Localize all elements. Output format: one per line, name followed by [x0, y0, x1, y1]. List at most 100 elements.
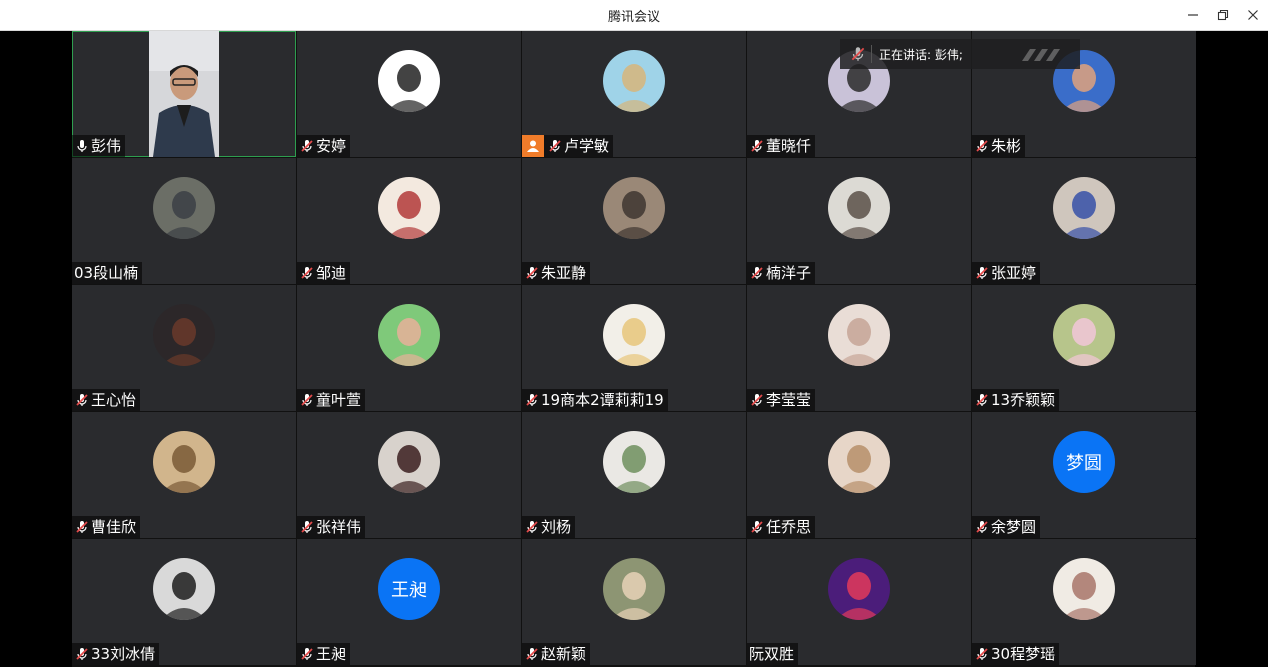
participant-name-bar: 童叶萱: [297, 389, 366, 411]
participant-name: 卢学敏: [564, 137, 610, 155]
participant-name-bar: 董晓仟: [747, 135, 816, 157]
participant-avatar: [828, 304, 890, 366]
participant-name-bar: 朱亚静: [522, 262, 591, 284]
participant-grid: 彭伟 安婷 卢学敏 董晓仟 朱彬 03段山楠 邹迪 朱亚静 楠洋子 张亚婷王心怡 童叶萱 19商本2谭…: [72, 31, 1196, 667]
participant-avatar: 梦圆: [1053, 431, 1115, 493]
participant-tile[interactable]: 卢学敏: [522, 31, 746, 157]
participant-avatar: [378, 177, 440, 239]
participant-video: [149, 31, 219, 157]
participant-name: 任乔思: [766, 518, 812, 536]
participant-name: 王昶: [316, 645, 347, 663]
participant-avatar: [828, 177, 890, 239]
participant-name-bar: 张亚婷: [972, 262, 1041, 284]
participant-name: 张亚婷: [991, 264, 1037, 282]
participant-name: 彭伟: [91, 137, 122, 155]
mic-muted-icon: [526, 521, 538, 533]
mic-muted-icon: [751, 521, 763, 533]
participant-avatar: [378, 431, 440, 493]
participant-tile[interactable]: 赵新颖: [522, 539, 746, 665]
participant-name-bar: 朱彬: [972, 135, 1026, 157]
participant-avatar: [1053, 304, 1115, 366]
participant-tile[interactable]: 刘杨: [522, 412, 746, 538]
participant-avatar: 王昶: [378, 558, 440, 620]
participant-name: 朱彬: [991, 137, 1022, 155]
minimize-icon: [1188, 14, 1198, 16]
tencent-meeting-logo-icon: [1022, 49, 1060, 61]
participant-tile[interactable]: 33刘冰倩: [72, 539, 296, 665]
participant-avatar: [378, 50, 440, 112]
participant-avatar: [828, 558, 890, 620]
mic-muted-icon: [76, 648, 88, 660]
participant-name: 阮双胜: [749, 645, 795, 663]
participant-tile[interactable]: 任乔思: [747, 412, 971, 538]
participant-name-bar: 彭伟: [72, 135, 126, 157]
participant-tile[interactable]: 19商本2谭莉莉19: [522, 285, 746, 411]
mic-muted-icon: [751, 140, 763, 152]
participant-name-bar: 任乔思: [747, 516, 816, 538]
close-icon: [1248, 10, 1258, 20]
mic-muted-icon: [976, 394, 988, 406]
mic-muted-icon: [526, 648, 538, 660]
participant-avatar: [153, 431, 215, 493]
mic-muted-icon: [301, 521, 313, 533]
participant-tile[interactable]: 邹迪: [297, 158, 521, 284]
participant-avatar: [603, 431, 665, 493]
mic-muted-icon: [976, 140, 988, 152]
participant-name: 33刘冰倩: [91, 645, 156, 663]
title-bar: 腾讯会议: [0, 0, 1268, 31]
close-button[interactable]: [1238, 0, 1268, 30]
participant-name: 安婷: [316, 137, 347, 155]
mic-muted-icon: [76, 394, 88, 406]
participant-tile[interactable]: 彭伟: [72, 31, 296, 157]
participant-tile[interactable]: 梦圆余梦圆: [972, 412, 1196, 538]
mic-muted-icon: [976, 648, 988, 660]
participant-name-bar: 王昶: [297, 643, 351, 665]
restore-icon: [1217, 9, 1229, 21]
participant-name-bar: 曹佳欣: [72, 516, 141, 538]
participant-name-bar: 赵新颖: [522, 643, 591, 665]
speaking-indicator: 正在讲话: 彭伟;: [840, 39, 1080, 69]
participant-name-bar: 13乔颖颖: [972, 389, 1060, 411]
participant-name-bar: 33刘冰倩: [72, 643, 160, 665]
participant-tile[interactable]: 王昶 王昶: [297, 539, 521, 665]
participant-name-bar: 楠洋子: [747, 262, 816, 284]
participant-tile[interactable]: 30程梦瑶: [972, 539, 1196, 665]
participant-name: 赵新颖: [541, 645, 587, 663]
participant-tile[interactable]: 13乔颖颖: [972, 285, 1196, 411]
participant-tile[interactable]: 张祥伟: [297, 412, 521, 538]
participant-tile[interactable]: 曹佳欣: [72, 412, 296, 538]
participant-name: 张祥伟: [316, 518, 362, 536]
participant-avatar: [378, 304, 440, 366]
mic-muted-icon: [976, 267, 988, 279]
mic-muted-icon: [76, 521, 88, 533]
participant-name: 30程梦瑶: [991, 645, 1056, 663]
participant-tile[interactable]: 安婷: [297, 31, 521, 157]
participant-name-bar: 邹迪: [297, 262, 351, 284]
participant-tile[interactable]: 张亚婷: [972, 158, 1196, 284]
participant-name-bar: 李莹莹: [747, 389, 816, 411]
participant-avatar: [603, 177, 665, 239]
participant-avatar: [1053, 558, 1115, 620]
participant-name: 李莹莹: [766, 391, 812, 409]
mic-muted-icon: [751, 394, 763, 406]
restore-button[interactable]: [1208, 0, 1238, 30]
participant-tile[interactable]: 朱亚静: [522, 158, 746, 284]
participant-name: 13乔颖颖: [991, 391, 1056, 409]
mic-muted-icon: [526, 267, 538, 279]
participant-name: 曹佳欣: [91, 518, 137, 536]
participant-tile[interactable]: 03段山楠: [72, 158, 296, 284]
participant-name: 刘杨: [541, 518, 572, 536]
participant-name-bar: 03段山楠: [72, 262, 143, 284]
mic-muted-icon: [751, 267, 763, 279]
participant-tile[interactable]: 阮双胜: [747, 539, 971, 665]
participant-tile[interactable]: 王心怡: [72, 285, 296, 411]
participant-name-bar: 余梦圆: [972, 516, 1041, 538]
divider: [871, 45, 872, 63]
host-icon: [522, 135, 544, 157]
mic-muted-icon: [301, 394, 313, 406]
participant-tile[interactable]: 楠洋子: [747, 158, 971, 284]
participant-tile[interactable]: 童叶萱: [297, 285, 521, 411]
minimize-button[interactable]: [1178, 0, 1208, 30]
participant-name-bar: 安婷: [297, 135, 351, 157]
participant-tile[interactable]: 李莹莹: [747, 285, 971, 411]
